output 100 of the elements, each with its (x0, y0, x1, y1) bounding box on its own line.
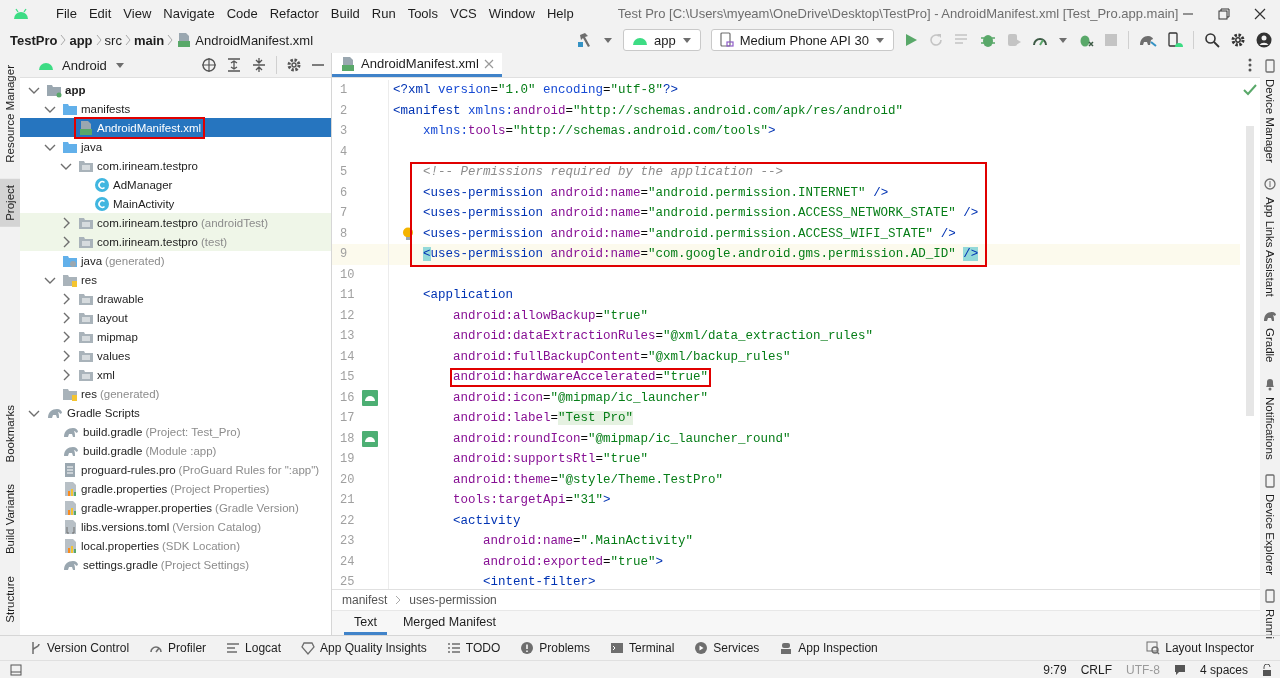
tool-window-button[interactable]: Services (694, 641, 760, 655)
tree-item[interactable]: gradle.properties (Project Properties) (20, 479, 331, 498)
tool-window-button[interactable]: Profiler (149, 641, 207, 655)
tree-item[interactable]: com.irineam.testpro (20, 156, 331, 175)
device-manager-icon[interactable] (1167, 32, 1183, 48)
tree-item[interactable]: local.properties (SDK Location) (20, 536, 331, 555)
tree-item[interactable]: Gradle Scripts (20, 403, 331, 422)
tree-item[interactable]: res (generated) (20, 384, 331, 403)
tool-window-button[interactable]: App Inspection (779, 641, 878, 655)
image-icon[interactable] (362, 389, 378, 406)
menu-item[interactable]: Navigate (157, 6, 221, 21)
tree-item[interactable]: proguard-rules.pro (ProGuard Rules for ":app") (20, 460, 331, 479)
image-icon[interactable] (362, 430, 378, 447)
settings-icon[interactable] (1230, 32, 1246, 48)
breadcrumb[interactable]: manifest (342, 593, 388, 607)
restore-icon[interactable] (1218, 7, 1230, 20)
more-icon[interactable] (1248, 58, 1252, 72)
menu-item[interactable]: Window (482, 6, 541, 21)
tree-item[interactable]: app (20, 80, 331, 99)
chat-icon[interactable] (1173, 663, 1186, 676)
indent-setting[interactable]: 4 spaces (1199, 662, 1248, 677)
tree-item[interactable]: gradle-wrapper.properties (Gradle Version) (20, 498, 331, 517)
menu-item[interactable]: Edit (82, 6, 118, 21)
tool-window-tab[interactable]: Structure (0, 570, 20, 629)
lock-icon[interactable] (1262, 663, 1272, 676)
tool-window-tab[interactable]: Device Manager (1260, 57, 1280, 165)
tool-window-tab[interactable]: Gradle (1260, 308, 1280, 365)
menu-item[interactable]: Code (220, 6, 264, 21)
tree-item[interactable]: mipmap (20, 327, 331, 346)
caret-position[interactable]: 9:79 (1043, 662, 1067, 677)
tree-item[interactable]: AdManager (20, 175, 331, 194)
tool-window-tab[interactable]: Notifications (1260, 375, 1280, 462)
breadcrumb[interactable]: src (104, 32, 122, 48)
tree-item[interactable]: values (20, 346, 331, 365)
tab[interactable]: Merged Manifest (392, 611, 507, 635)
account-icon[interactable] (1256, 32, 1272, 48)
document-icon (62, 518, 78, 535)
tree-item[interactable]: java (generated) (20, 251, 331, 270)
menu-item[interactable]: Run (365, 6, 402, 21)
tool-window-tab[interactable]: Build Variants (0, 478, 20, 561)
tab[interactable]: Text (344, 611, 387, 635)
expand-all-icon[interactable] (226, 57, 242, 73)
tree-item[interactable]: layout (20, 308, 331, 327)
tool-window-button[interactable]: App Quality Insights (301, 641, 427, 655)
breadcrumb[interactable]: TestPro (10, 32, 58, 48)
tool-window-tab[interactable]: App Links Assistant (1260, 174, 1280, 299)
collapse-all-icon[interactable] (251, 57, 267, 73)
hammer-icon[interactable] (576, 32, 593, 48)
class-icon (94, 195, 110, 212)
menu-item[interactable]: View (117, 6, 158, 21)
tool-window-tab[interactable]: Device Explorer (1260, 471, 1280, 577)
tree-item[interactable]: com.irineam.testpro (androidTest) (20, 213, 331, 232)
bulb-icon[interactable] (402, 226, 414, 241)
menu-item[interactable]: Build (324, 6, 366, 21)
settings-icon[interactable] (286, 57, 302, 73)
tool-window-button[interactable]: Layout Inspector (1146, 641, 1280, 655)
tool-window-button[interactable]: Logcat (226, 641, 282, 655)
breadcrumb[interactable]: AndroidManifest.xml (176, 32, 314, 48)
diamond-icon (301, 641, 316, 655)
tool-window-tab[interactable]: Project (0, 178, 20, 227)
close-icon[interactable] (1254, 7, 1266, 20)
breadcrumb[interactable]: main (133, 32, 165, 48)
menu-item[interactable]: Tools (401, 6, 444, 21)
tree-item[interactable]: manifests (20, 99, 331, 118)
tree-item[interactable]: build.gradle (Module :app) (20, 441, 331, 460)
tree-item[interactable]: com.irineam.testpro (test) (20, 232, 331, 251)
tree-item[interactable]: drawable (20, 289, 331, 308)
panel-icon[interactable] (10, 663, 22, 676)
menu-item[interactable]: VCS (444, 6, 483, 21)
menu-item[interactable]: File (50, 6, 83, 21)
tool-window-button[interactable]: Problems (520, 641, 590, 655)
tree-item[interactable]: build.gradle (Project: Test_Pro) (20, 422, 331, 441)
tool-window-button[interactable]: Terminal (609, 641, 675, 655)
tree-item[interactable]: settings.gradle (Project Settings) (20, 555, 331, 574)
run-icon[interactable] (904, 33, 918, 47)
line-number: 7 (339, 206, 349, 221)
tree-item[interactable]: res (20, 270, 331, 289)
run-config-dropdown[interactable]: app (622, 29, 701, 51)
device-dropdown[interactable]: Medium Phone API 30 (710, 29, 894, 51)
tool-window-tab[interactable]: Bookmarks (0, 398, 20, 469)
editor-tab[interactable]: AndroidManifest.xml (332, 53, 502, 77)
line-separator[interactable]: CRLF (1080, 662, 1112, 677)
caret-icon[interactable] (602, 35, 613, 45)
line-number: 11 (339, 288, 356, 303)
tree-item[interactable]: libs.versions.toml (Version Catalog) (20, 517, 331, 536)
tool-window-button[interactable]: Version Control (30, 641, 130, 655)
tree-item[interactable]: AndroidManifest.xml (20, 118, 331, 137)
tool-window-tab[interactable]: Resource Manager (0, 59, 20, 169)
scrollbar[interactable] (1246, 126, 1254, 416)
tree-item[interactable]: MainActivity (20, 194, 331, 213)
tree-item[interactable]: java (20, 137, 331, 156)
tool-window-button[interactable]: TODO (446, 641, 501, 655)
breadcrumb[interactable]: uses-permission (409, 593, 497, 607)
tree-item[interactable]: xml (20, 365, 331, 384)
menu-item[interactable]: Help (540, 6, 580, 21)
menu-item[interactable]: Refactor (263, 6, 325, 21)
crosshair-icon[interactable] (201, 57, 217, 73)
search-icon[interactable] (1204, 32, 1220, 48)
breadcrumb[interactable]: app (69, 32, 93, 48)
caret-icon[interactable] (1058, 35, 1068, 45)
